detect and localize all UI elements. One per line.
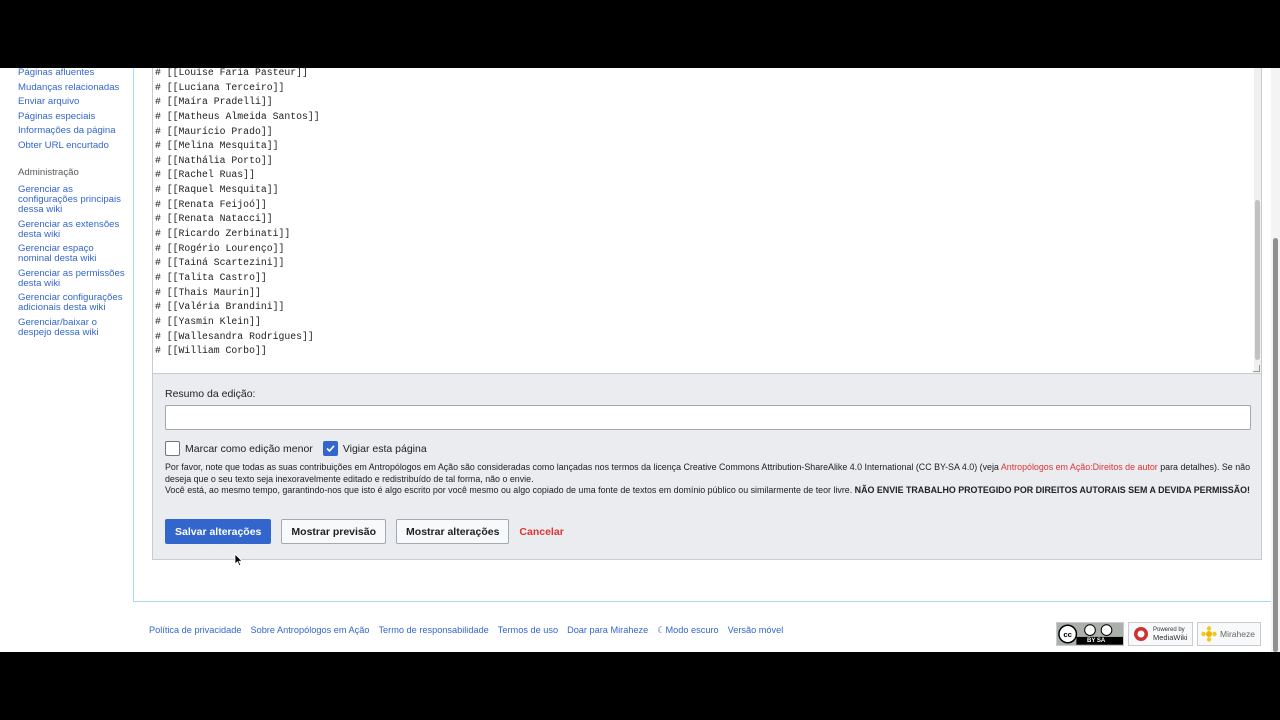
svg-text:cc: cc — [1063, 630, 1072, 639]
sidebar-link-manage-extensions[interactable]: Gerenciar as extensões desta wiki — [18, 219, 126, 240]
cc-license-badge[interactable]: cc BY SA — [1056, 622, 1124, 646]
checkmark-icon — [326, 445, 335, 453]
summary-input[interactable] — [165, 405, 1251, 430]
sidebar-link-short-url[interactable]: Obter URL encurtado — [18, 141, 119, 156]
wikitext-line: # [[Rachel Ruas]] — [155, 169, 255, 181]
summary-label: Resumo da edição: — [165, 388, 256, 400]
notice-warning: NÃO ENVIE TRABALHO PROTEGIDO POR DIREITO… — [854, 485, 1250, 496]
wikitext-line: # [[Ricardo Zerbinati]] — [155, 228, 291, 240]
footer-link-donate[interactable]: Doar para Miraheze — [567, 625, 648, 636]
content-area: # [[Louise Faria Pasteur]] # [[Luciana T… — [133, 68, 1280, 602]
watch-page-label[interactable]: Vigiar esta página — [343, 443, 427, 455]
notice-text: Você está, ao mesmo tempo, garantindo-no… — [165, 485, 855, 496]
sidebar-link-upload[interactable]: Enviar arquivo — [18, 97, 119, 112]
wikitext-line: # [[Louise Faria Pasteur]] — [155, 68, 308, 78]
sidebar: Páginas afluentes Mudanças relacionadas … — [0, 68, 133, 602]
page-scrollbar[interactable] — [1271, 68, 1280, 652]
sidebar-link-additional-settings[interactable]: Gerenciar configurações adicionais desta… — [18, 293, 126, 313]
tools-portal: Páginas afluentes Mudanças relacionadas … — [18, 68, 119, 156]
editor-scrollbar-thumb[interactable] — [1255, 200, 1260, 360]
sidebar-link-whatlinkshere[interactable]: Páginas afluentes — [18, 68, 119, 83]
mediawiki-flower-icon — [1134, 627, 1148, 641]
footer-link-about[interactable]: Sobre Antropólogos em Ação — [250, 625, 369, 636]
wikitext-line: # [[Raquel Mesquita]] — [155, 184, 279, 196]
admin-portal: Gerenciar as configurações principais de… — [18, 185, 126, 342]
show-changes-button[interactable]: Mostrar alterações — [396, 519, 510, 544]
footer-link-mobile[interactable]: Versão móvel — [728, 625, 784, 636]
sidebar-link-manage-permissions[interactable]: Gerenciar as permissões desta wiki — [18, 268, 126, 289]
minor-edit-checkbox[interactable] — [165, 441, 180, 456]
sidebar-link-manage-namespaces[interactable]: Gerenciar espaço nominal desta wiki — [18, 244, 126, 264]
miraheze-badge-label: Miraheze — [1220, 629, 1255, 639]
wikitext-line: # [[Melina Mesquita]] — [155, 140, 279, 152]
sidebar-link-manage-settings[interactable]: Gerenciar as configurações principais de… — [18, 185, 126, 215]
action-buttons: Salvar alterações Mostrar previsão Mostr… — [165, 519, 564, 544]
wikitext-line: # [[Yasmin Klein]] — [155, 315, 261, 327]
sidebar-link-dump[interactable]: Gerenciar/baixar o despejo dessa wiki — [18, 317, 126, 338]
checkbox-row: Marcar como edição menor Vigiar esta pág… — [165, 441, 437, 456]
footer-link-privacy[interactable]: Política de privacidade — [149, 625, 241, 636]
footer-link-disclaimer[interactable]: Termo de responsabilidade — [378, 625, 488, 636]
wikitext-editor[interactable]: # [[Louise Faria Pasteur]] # [[Luciana T… — [152, 68, 1262, 374]
wikitext-line: # [[Tainá Scartezini]] — [155, 257, 285, 269]
license-notice: Por favor, note que todas as suas contri… — [165, 462, 1251, 497]
watch-page-checkbox[interactable] — [322, 441, 338, 456]
footer-link-dark-mode[interactable]: ☾Modo escuro — [657, 625, 718, 636]
miraheze-logo-icon — [1201, 626, 1217, 642]
wikitext-line: # [[William Corbo]] — [155, 345, 267, 357]
notice-text: Por favor, note que todas as suas contri… — [165, 462, 1001, 472]
wikitext-line: # [[Matheus Almeida Santos]] — [155, 110, 320, 122]
editor-scrollbar[interactable] — [1254, 68, 1261, 373]
wikitext-line: # [[Renata Feijoó]] — [155, 198, 267, 210]
browser-viewport: Páginas afluentes Mudanças relacionadas … — [0, 68, 1280, 652]
resize-handle[interactable] — [1253, 365, 1260, 372]
cc-badge-label: BY SA — [1087, 638, 1106, 644]
wikitext-line: # [[Luciana Terceiro]] — [155, 81, 285, 93]
wikitext-line: # [[Thais Maurin]] — [155, 286, 261, 298]
save-button[interactable]: Salvar alterações — [165, 519, 272, 544]
mediawiki-badge[interactable]: Powered by MediaWiki — [1128, 622, 1193, 646]
wikitext-line: # [[Renata Natacci]] — [155, 213, 273, 225]
footer-link-terms[interactable]: Termos de uso — [498, 625, 558, 636]
admin-heading: Administração — [18, 167, 79, 178]
wikitext-line: # [[Valéria Brandini]] — [155, 301, 285, 313]
copyright-link[interactable]: Antropólogos em Ação:Direitos de autor — [1001, 462, 1158, 472]
wikitext-line: # [[Nathália Porto]] — [155, 154, 273, 166]
cancel-link[interactable]: Cancelar — [519, 526, 563, 538]
minor-edit-label[interactable]: Marcar como edição menor — [185, 443, 313, 455]
page-scrollbar-thumb[interactable] — [1273, 238, 1278, 652]
wikitext-line: # [[Wallesandra Rodrigues]] — [155, 330, 314, 342]
wikitext-lines: # [[Louise Faria Pasteur]] # [[Luciana T… — [155, 68, 320, 359]
footer-links: Política de privacidade Sobre Antropólog… — [149, 625, 792, 636]
preview-button[interactable]: Mostrar previsão — [281, 519, 387, 544]
wikitext-line: # [[Talita Castro]] — [155, 271, 267, 283]
mediawiki-badge-bottom: MediaWiki — [1153, 633, 1188, 642]
sidebar-link-page-info[interactable]: Informações da página — [18, 126, 119, 141]
sidebar-link-related-changes[interactable]: Mudanças relacionadas — [18, 82, 119, 98]
wikitext-line: # [[Maurício Prado]] — [155, 125, 273, 137]
mouse-cursor-icon — [234, 553, 243, 567]
miraheze-badge[interactable]: Miraheze — [1197, 622, 1261, 646]
sidebar-link-special-pages[interactable]: Páginas especiais — [18, 111, 119, 127]
wikitext-line: # [[Rogério Lourenço]] — [155, 242, 285, 254]
edit-options-panel: Resumo da edição: Marcar como edição men… — [152, 374, 1262, 560]
footer-badges: cc BY SA Powered by MediaWiki Miraheze — [1056, 622, 1265, 646]
wikitext-line: # [[Maíra Pradelli]] — [155, 96, 273, 108]
